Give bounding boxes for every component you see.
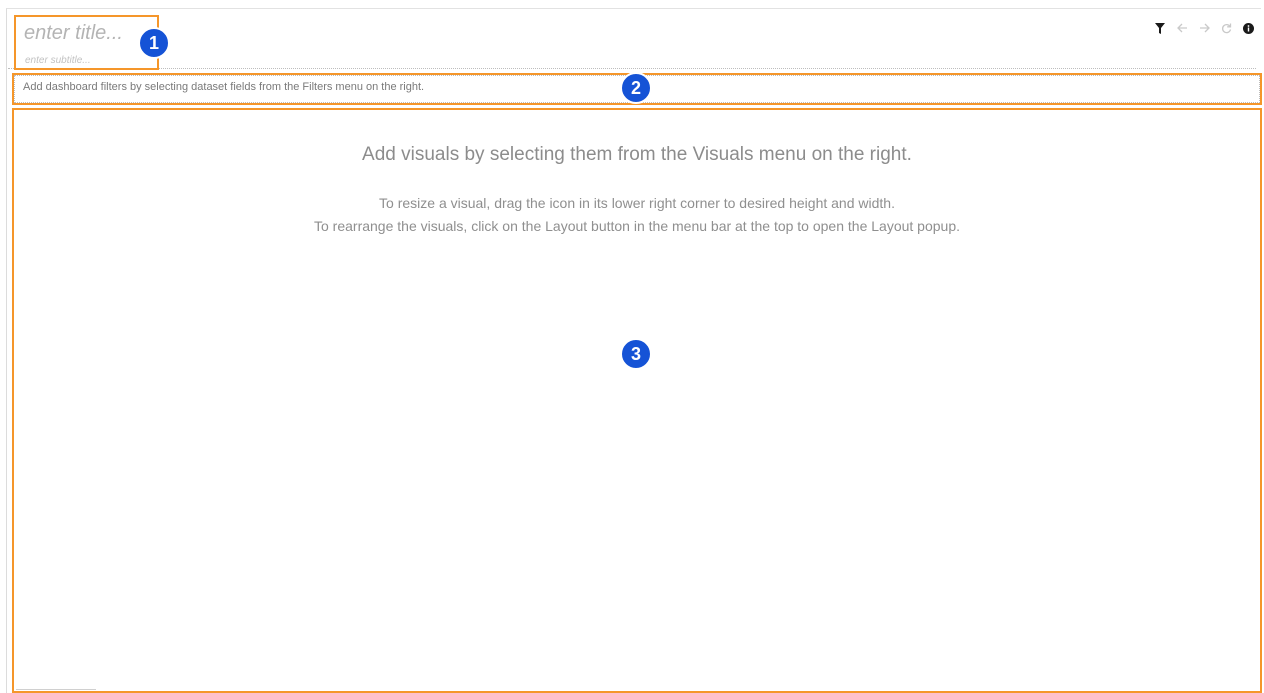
- info-icon[interactable]: [1242, 22, 1254, 34]
- title-block: enter title... enter subtitle...: [8, 8, 1256, 69]
- callout-badge-2: 2: [620, 72, 652, 104]
- filter-icon[interactable]: [1154, 22, 1166, 34]
- dashboard-page: enter title... enter subtitle... Add das…: [0, 0, 1264, 693]
- undo-arrow-icon[interactable]: [1176, 22, 1188, 34]
- callout-badge-1: 1: [138, 27, 170, 59]
- dashboard-toolbar: [1154, 22, 1254, 34]
- callout-badge-3: 3: [620, 338, 652, 370]
- refresh-icon[interactable]: [1220, 22, 1232, 34]
- redo-arrow-icon[interactable]: [1198, 22, 1210, 34]
- callout-box-visuals: [12, 108, 1262, 693]
